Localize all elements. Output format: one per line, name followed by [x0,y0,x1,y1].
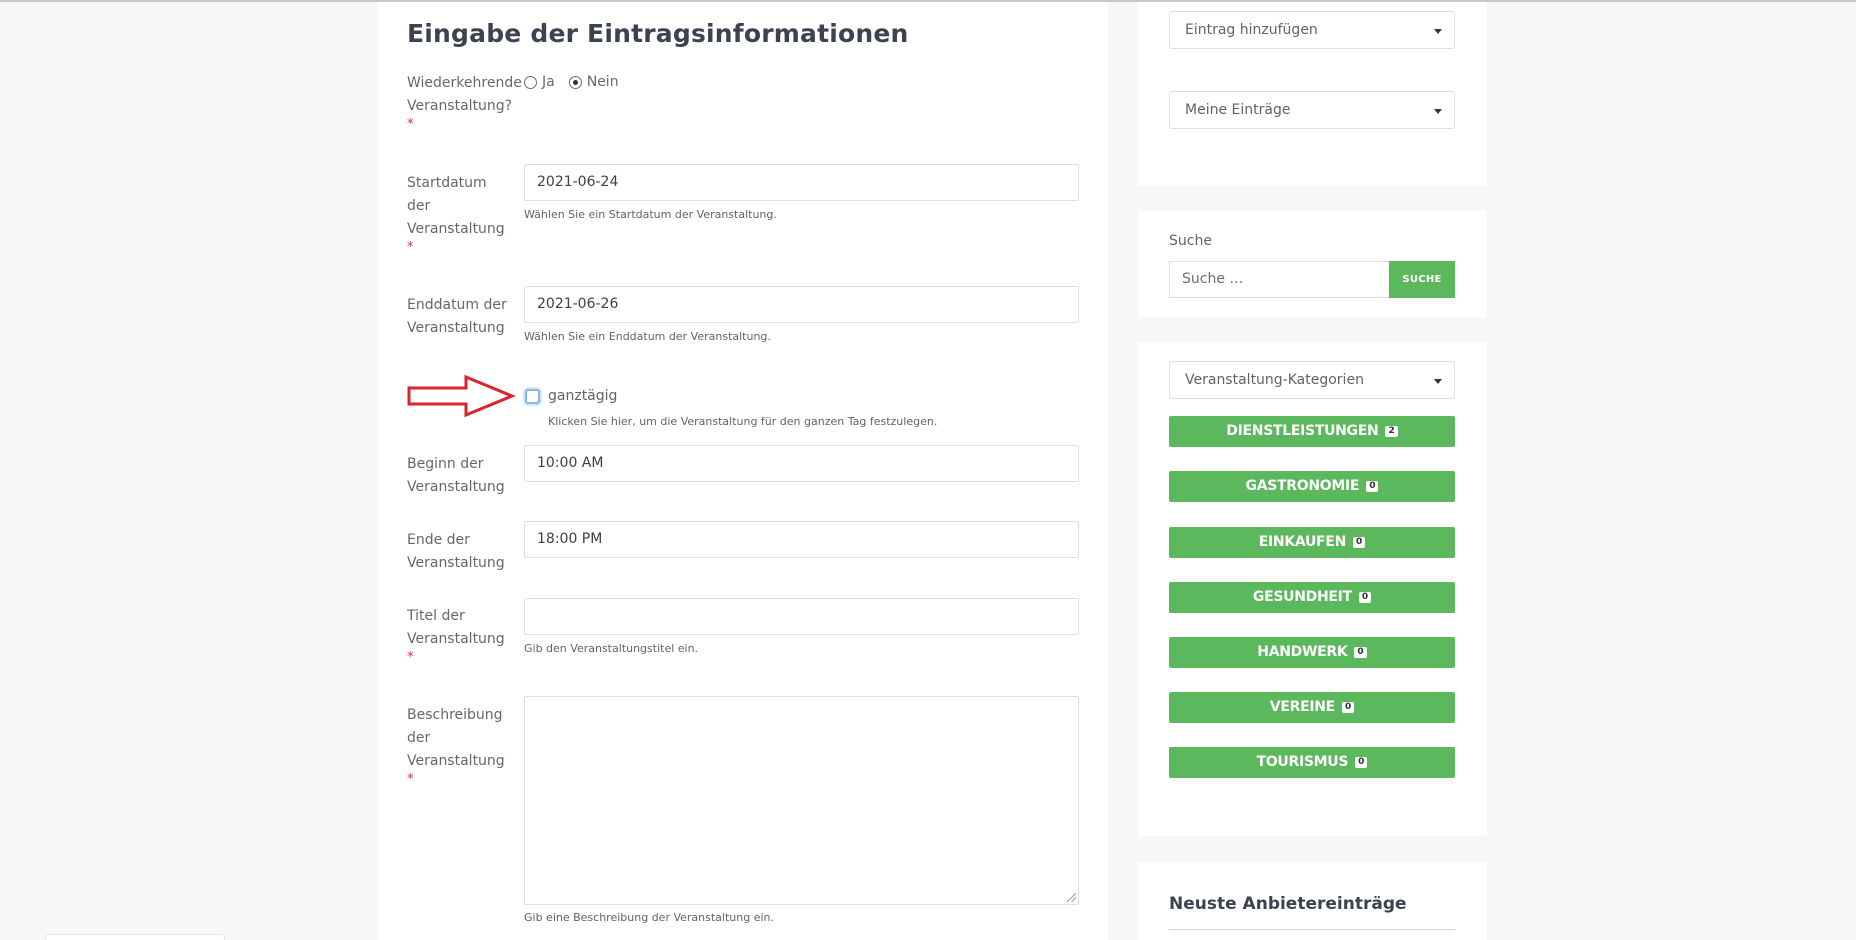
all-day-label[interactable]: ganztägig [548,388,617,404]
category-count-badge: 0 [1354,647,1367,658]
categories-select-label: Veranstaltung-Kategorien [1185,372,1364,388]
category-button-einkaufen[interactable]: EINKAUFEN 0 [1169,527,1455,558]
chevron-down-icon [1434,109,1442,114]
recurring-label-text: Wiederkehrende Veranstaltung? [407,75,522,114]
category-button-vereine[interactable]: VEREINE 0 [1169,692,1455,723]
category-name: DIENSTLEISTUNGEN [1226,423,1379,439]
add-entry-select[interactable]: Eintrag hinzufügen [1169,11,1455,49]
category-name: GESUNDHEIT [1252,589,1352,605]
category-name: TOURISMUS [1256,754,1349,770]
required-mark: * [407,772,414,787]
start-date-help: Wählen Sie ein Startdatum der Veranstalt… [524,208,777,221]
recurring-yes-label[interactable]: Ja [542,74,555,90]
category-name: HANDWERK [1257,644,1348,660]
recurring-label: Wiederkehrende Veranstaltung? * [407,72,522,132]
end-date-input[interactable]: 2021-06-26 [524,286,1079,323]
form-title: Eingabe der Eintragsinformationen [407,19,909,48]
event-title-help: Gib den Veranstaltungstitel ein. [524,642,699,655]
end-time-input[interactable]: 18:00 PM [524,521,1079,558]
category-count-badge: 0 [1355,757,1368,768]
red-arrow-annotation-icon [407,374,516,418]
all-day-help: Klicken Sie hier, um die Veranstaltung f… [548,415,938,428]
event-title-label: Titel der Veranstaltung * [407,605,507,665]
category-count-badge: 0 [1358,592,1372,603]
description-textarea[interactable] [524,696,1079,905]
end-date-label: Enddatum der Veranstaltung [407,297,507,336]
start-date-input[interactable]: 2021-06-24 [524,164,1079,201]
category-button-dienstleistungen[interactable]: DIENSTLEISTUNGEN 2 [1169,416,1455,447]
category-count-badge: 0 [1353,537,1366,548]
category-button-gesundheit[interactable]: GESUNDHEIT 0 [1169,582,1455,613]
recent-entries-title: Neuste Anbietereinträge [1169,894,1407,914]
begin-time-label: Beginn der Veranstaltung [407,456,505,495]
end-date-help: Wählen Sie ein Enddatum der Veranstaltun… [524,330,771,343]
search-label: Suche [1169,233,1212,249]
start-date-label: Startdatum der Veranstaltung * [407,172,507,255]
entry-form-panel: Eingabe der Eintragsinformationen Wieder… [378,2,1108,940]
divider [1169,929,1455,930]
category-name: EINKAUFEN [1258,534,1347,550]
category-name: VEREINE [1269,699,1335,715]
recurring-no-label[interactable]: Nein [587,74,619,90]
category-count-badge: 0 [1366,481,1379,492]
search-card: Suche Suche … SUCHE [1138,211,1487,317]
category-button-gastronomie[interactable]: GASTRONOMIE 0 [1169,471,1455,502]
category-button-handwerk[interactable]: HANDWERK 0 [1169,637,1455,668]
search-button[interactable]: SUCHE [1389,261,1455,298]
description-help: Gib eine Beschreibung der Veranstaltung … [524,911,775,924]
chevron-down-icon [1434,29,1442,34]
required-mark: * [407,240,414,255]
required-mark: * [407,117,414,132]
recent-entries-card: Neuste Anbietereinträge [1138,862,1487,940]
category-count-badge: 2 [1385,426,1398,437]
recurring-radio-group: Ja Nein [524,74,633,90]
category-name: GASTRONOMIE [1245,478,1360,494]
begin-time-input[interactable]: 10:00 AM [524,445,1079,482]
category-count-badge: 0 [1341,702,1355,713]
event-title-label-text: Titel der Veranstaltung [407,608,505,647]
event-title-input[interactable] [524,598,1079,635]
resize-grip-icon[interactable] [1067,893,1076,902]
recurring-no-radio[interactable] [568,75,582,89]
all-day-checkbox[interactable] [525,389,540,404]
recurring-yes-radio[interactable] [524,75,537,89]
entry-actions-card: Eintrag hinzufügen Meine Einträge [1138,2,1487,186]
categories-card: Veranstaltung-Kategorien DIENSTLEISTUNGE… [1138,342,1487,836]
search-input[interactable]: Suche … [1169,261,1389,298]
chevron-down-icon [1434,379,1442,384]
categories-select[interactable]: Veranstaltung-Kategorien [1169,361,1455,399]
required-mark: * [407,650,414,665]
end-time-label: Ende der Veranstaltung [407,532,505,571]
start-date-label-text: Startdatum der Veranstaltung [407,175,505,237]
my-entries-select[interactable]: Meine Einträge [1169,91,1455,129]
my-entries-select-label: Meine Einträge [1185,102,1291,118]
category-button-tourismus[interactable]: TOURISMUS 0 [1169,747,1455,778]
add-entry-select-label: Eintrag hinzufügen [1185,22,1318,38]
bottom-widget-stub [45,934,225,940]
description-label: Beschreibung der Veranstaltung * [407,704,507,787]
description-label-text: Beschreibung der Veranstaltung [407,707,505,769]
